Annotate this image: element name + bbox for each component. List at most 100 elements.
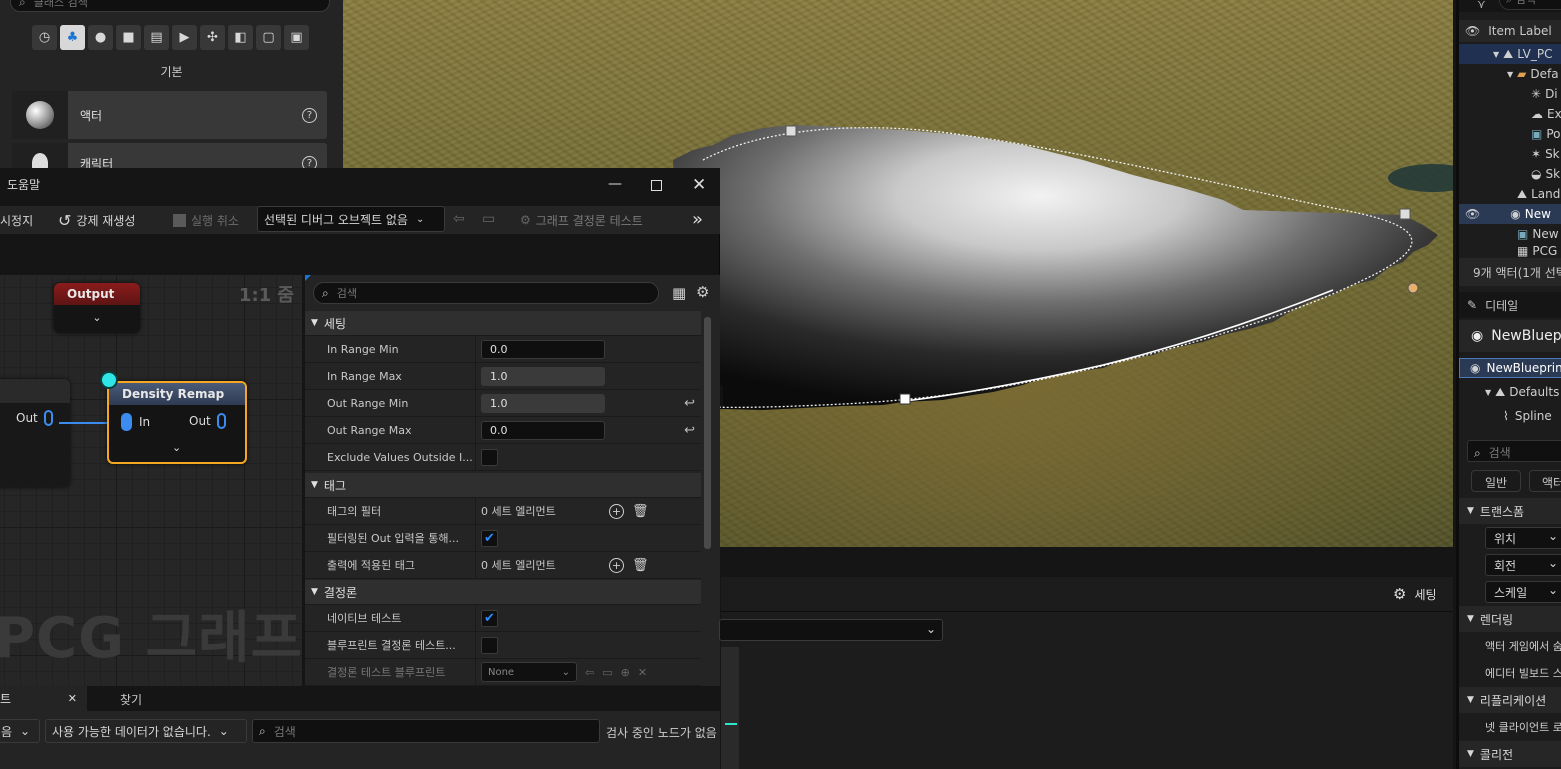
all-classes-icon[interactable]: ▢ (256, 25, 281, 50)
filter-dropdown[interactable]: 음 ⌄ (0, 719, 40, 743)
lower-dropdown[interactable]: ⌄ (719, 619, 943, 641)
location-dropdown[interactable]: 위치 ⌄ (1485, 527, 1561, 549)
outliner-row[interactable]: ▣ New (1459, 224, 1561, 244)
outliner-row[interactable]: ▣ Po (1459, 124, 1561, 144)
actor-list-item[interactable]: 액터 ? (12, 91, 327, 139)
bottom-search-field[interactable]: ⌕ 검색 (252, 719, 600, 743)
section-rendering[interactable]: ▼ 렌더링 (1459, 606, 1561, 632)
in-range-max-field[interactable]: 1.0 (481, 366, 605, 386)
output-node[interactable]: Output ⌄ (54, 283, 140, 333)
outliner-row[interactable]: ◒ Sk (1459, 164, 1561, 184)
table-view-icon[interactable]: ▦ (672, 284, 686, 302)
lights-icon[interactable]: ● (88, 25, 113, 50)
close-icon[interactable]: ✕ (692, 175, 706, 195)
tab-find[interactable]: 찾기 (120, 691, 142, 708)
out-pin-icon[interactable] (216, 413, 226, 429)
volumes-icon[interactable]: ◧ (228, 25, 253, 50)
trash-icon[interactable]: 🗑 (632, 558, 649, 573)
browse-folder-icon[interactable]: ▭ (482, 211, 495, 227)
reset-arrow-icon[interactable]: ↩ (684, 396, 695, 411)
component-default[interactable]: ▼ ⛰ Defaults (1459, 382, 1561, 402)
pause-button[interactable]: 시정지 (0, 207, 33, 233)
data-dropdown[interactable]: 사용 가능한 데이터가 없습니다. ⌄ (45, 719, 247, 743)
tab-details[interactable]: ✎ 디테일 (1459, 292, 1561, 318)
recent-icon[interactable]: ◷ (32, 25, 57, 50)
close-icon[interactable]: ✕ (68, 692, 77, 705)
graph-determinism-test-button[interactable]: ⚙ 그래프 결정론 테스트 (520, 207, 643, 233)
component-root[interactable]: ◉ NewBlueprin (1459, 358, 1561, 378)
outliner-row[interactable]: ✳ Di (1459, 84, 1561, 104)
section-replication[interactable]: ▼ 리플리케이션 (1459, 687, 1561, 713)
section-determinism[interactable]: ▼ 결정론 (305, 580, 701, 605)
browse-folder-icon[interactable]: ▭ (602, 666, 612, 679)
cancel-execution-button[interactable]: 실행 취소 (173, 207, 239, 233)
minimize-icon[interactable]: — (608, 176, 622, 192)
native-test-checkbox[interactable]: ✔ (481, 609, 498, 627)
more-classes-icon[interactable]: ▣ (284, 25, 309, 50)
section-collision[interactable]: ▼ 콜리전 (1459, 741, 1561, 767)
component-spline[interactable]: ⌇ Spline (1459, 406, 1561, 426)
tab-log[interactable]: 트 ✕ (0, 686, 87, 711)
visual-effects-icon[interactable]: ▶ (172, 25, 197, 50)
reset-arrow-icon[interactable]: ↩ (684, 423, 695, 438)
debug-indicator-icon[interactable] (100, 371, 118, 389)
help-icon[interactable]: ? (302, 107, 317, 123)
bp-test-checkbox[interactable] (481, 636, 498, 654)
debug-object-dropdown[interactable]: 선택된 디버그 오브젝트 없음 ⌄ (257, 206, 445, 232)
add-icon[interactable]: + (609, 503, 624, 519)
outliner-row[interactable]: ✶ Sk (1459, 144, 1561, 164)
chevron-down-icon[interactable]: ⌄ (172, 441, 181, 454)
density-remap-node[interactable]: Density Remap In Out ⌄ (107, 381, 247, 464)
add-icon[interactable]: + (609, 557, 624, 573)
gear-icon[interactable]: ⚙ (696, 283, 709, 301)
exclude-values-checkbox[interactable] (481, 448, 498, 466)
scale-dropdown[interactable]: 스케일 ⌄ (1485, 581, 1561, 603)
outliner-row[interactable]: ☁ Ex (1459, 104, 1561, 124)
source-node[interactable]: Out (0, 379, 70, 487)
force-regenerate-button[interactable]: ↺ 강제 재생성 (58, 207, 135, 233)
outliner-row[interactable]: ▼ ⛰ LV_PC (1459, 44, 1561, 64)
add-icon[interactable]: ⊕ (621, 666, 630, 679)
outliner-row-selected[interactable]: 👁 ◉ New (1459, 204, 1561, 224)
filter-general-button[interactable]: 일반 (1471, 470, 1521, 492)
filter-actor-button[interactable]: 액터 (1529, 470, 1561, 492)
outliner-row[interactable]: ⛰ Land (1459, 184, 1561, 204)
section-settings[interactable]: ▼ 세팅 (305, 311, 701, 336)
details-right-search[interactable]: ⌕ 검색 (1467, 440, 1561, 462)
geometry-icon[interactable]: ✣ (200, 25, 225, 50)
viewport-settings-button[interactable]: ⚙ 세팅 (1393, 585, 1437, 603)
out-range-max-field[interactable]: 0.0 (481, 420, 605, 440)
expand-icon[interactable]: ▼ (1493, 50, 1499, 59)
expand-icon[interactable]: ▼ (1485, 388, 1491, 397)
section-transform[interactable]: ▼ 트랜스폼 (1459, 498, 1561, 524)
clear-icon[interactable]: ✕ (638, 666, 647, 679)
outliner-row[interactable]: ▼ ▰ Defa (1459, 64, 1561, 84)
filtered-out-checkbox[interactable]: ✔ (481, 529, 498, 547)
help-menu[interactable]: 도움말 (7, 176, 40, 193)
eye-icon[interactable]: 👁 (1465, 207, 1480, 221)
chevron-down-icon[interactable]: ⌄ (54, 311, 140, 324)
outliner-search-field[interactable]: ⌕ 검색 (1499, 0, 1561, 10)
details-search-field[interactable]: ⌕ 검색 (313, 282, 659, 304)
section-tags[interactable]: ▼ 태그 (305, 473, 701, 498)
outliner-row[interactable]: ▦ PCG (1459, 244, 1561, 258)
maximize-icon[interactable] (651, 180, 662, 191)
cinematic-icon[interactable]: ▤ (144, 25, 169, 50)
class-search-field[interactable]: ⌕ 클래스 검색 (10, 0, 330, 12)
item-label-column[interactable]: Item Label (1488, 24, 1552, 38)
rotation-dropdown[interactable]: 회전 ⌄ (1485, 554, 1561, 576)
details-scrollbar[interactable] (704, 317, 711, 549)
back-arrow-icon[interactable]: ⇦ (453, 211, 465, 227)
overflow-chevron-icon[interactable]: » (692, 209, 703, 230)
bp-test-bp-dropdown[interactable]: None ⌄ (481, 662, 577, 682)
out-pin-icon[interactable] (43, 410, 53, 426)
in-range-min-field[interactable]: 0.0 (481, 339, 605, 359)
expand-icon[interactable]: ▼ (1507, 70, 1513, 79)
basic-shapes-icon[interactable]: ♣ (60, 25, 85, 50)
eye-icon[interactable]: 👁 (1465, 24, 1480, 38)
out-range-min-field[interactable]: 1.0 (481, 393, 605, 413)
in-pin-icon[interactable] (121, 413, 132, 431)
back-arrow-icon[interactable]: ⇦ (585, 666, 594, 679)
graph-canvas[interactable]: 1:1 줌 PCG 그래프 Output ⌄ Out Density Remap… (0, 275, 302, 686)
trash-icon[interactable]: 🗑 (632, 504, 649, 519)
